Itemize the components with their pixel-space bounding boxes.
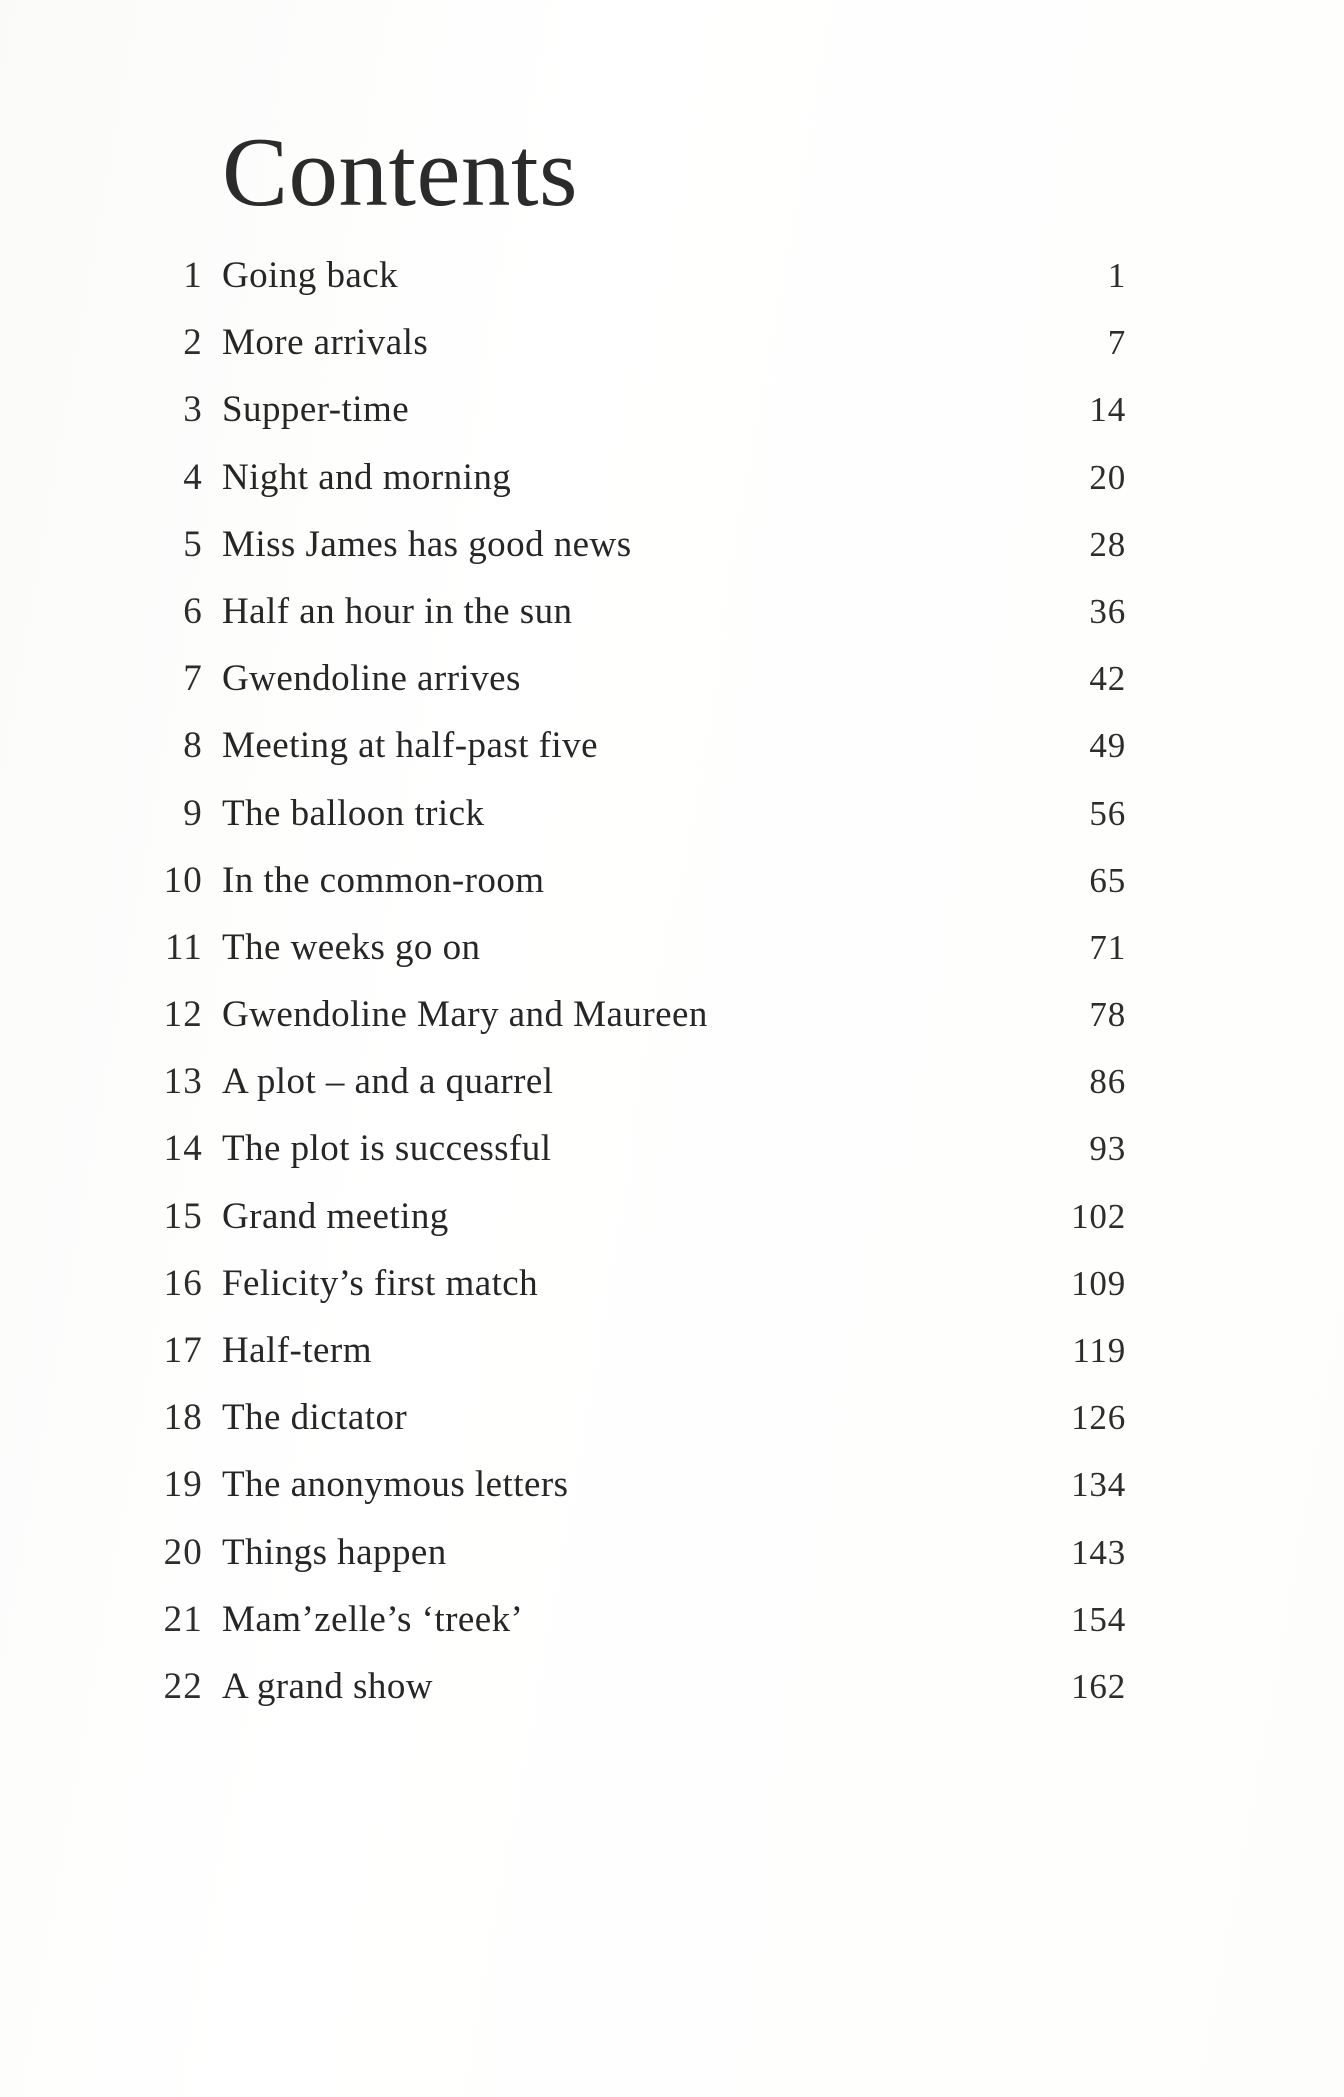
toc-chapter-title: The plot is successful	[222, 1128, 552, 1170]
toc-page-number: 49	[1089, 726, 1126, 766]
toc-chapter-number: 8	[183, 725, 203, 767]
table-of-contents-list: 1 Going back 1 2 More arrivals 7 3 Supper-time 1…	[0, 251, 1344, 1729]
toc-entry[interactable]: 5 Miss James has good news 28	[0, 520, 1344, 570]
toc-entry[interactable]: 10 In the common-room 65	[0, 856, 1344, 906]
toc-entry[interactable]: 2 More arrivals 7	[0, 318, 1344, 368]
page-title: Contents	[222, 118, 579, 228]
toc-page-number: 126	[1071, 1398, 1126, 1438]
toc-chapter-title: Supper-time	[222, 389, 410, 431]
toc-chapter-title: The weeks go on	[222, 926, 481, 968]
toc-page-number: 162	[1071, 1666, 1126, 1706]
toc-chapter-title: Grand meeting	[222, 1195, 449, 1237]
toc-chapter-number: 4	[183, 456, 203, 498]
toc-entry[interactable]: 4 Night and morning 20	[0, 453, 1344, 503]
toc-entry[interactable]: 14 The plot is successful 93	[0, 1124, 1344, 1174]
toc-chapter-title: A plot – and a quarrel	[222, 1061, 554, 1103]
toc-chapter-number: 11	[164, 926, 203, 968]
toc-chapter-number: 9	[183, 792, 203, 834]
toc-page-number: 86	[1089, 1062, 1126, 1102]
toc-entry[interactable]: 18 The dictator 126	[0, 1393, 1344, 1443]
toc-chapter-title: Half an hour in the sun	[222, 590, 573, 632]
toc-chapter-title: Meeting at half-past five	[222, 725, 598, 767]
toc-chapter-number: 20	[163, 1531, 203, 1573]
toc-page-number: 78	[1089, 995, 1126, 1035]
toc-chapter-title: Night and morning	[222, 456, 512, 498]
toc-chapter-number: 17	[163, 1330, 203, 1371]
toc-page-number: 42	[1089, 659, 1126, 699]
toc-page-number: 143	[1071, 1532, 1126, 1572]
toc-page-number: 154	[1071, 1599, 1126, 1639]
toc-chapter-number: 21	[163, 1598, 203, 1640]
book-page: Contents 1 Going back 1 2 More arrivals 7 3 Sup…	[0, 0, 1344, 2097]
toc-chapter-title: Going back	[222, 255, 399, 296]
toc-chapter-number: 3	[183, 389, 203, 431]
toc-chapter-number: 6	[183, 590, 203, 632]
toc-chapter-title: Things happen	[222, 1531, 447, 1573]
toc-chapter-number: 10	[163, 859, 203, 901]
toc-chapter-title: Gwendoline Mary and Maureen	[222, 994, 708, 1036]
toc-chapter-number: 13	[163, 1061, 203, 1103]
toc-chapter-title: Gwendoline arrives	[222, 658, 521, 700]
toc-page-number: 56	[1089, 793, 1126, 833]
toc-chapter-number: 2	[183, 322, 203, 364]
toc-entry[interactable]: 13 A plot – and a quarrel 86	[0, 1057, 1344, 1107]
toc-chapter-number: 12	[163, 994, 203, 1036]
toc-entry[interactable]: 19 The anonymous letters 134	[0, 1460, 1344, 1510]
toc-entry[interactable]: 12 Gwendoline Mary and Maureen 78	[0, 990, 1344, 1040]
toc-entry[interactable]: 17 Half-term 119	[0, 1326, 1344, 1376]
toc-chapter-number: 16	[163, 1262, 203, 1304]
toc-chapter-number: 15	[163, 1195, 203, 1237]
toc-page-number: 109	[1071, 1263, 1126, 1303]
toc-chapter-title: The balloon trick	[222, 792, 485, 834]
toc-page-number: 93	[1089, 1129, 1126, 1169]
toc-chapter-title: More arrivals	[222, 322, 429, 364]
toc-chapter-title: Half-term	[222, 1330, 372, 1371]
toc-chapter-number: 14	[163, 1128, 203, 1170]
toc-page-number: 1	[1107, 256, 1126, 295]
toc-chapter-title: Miss James has good news	[222, 523, 632, 565]
toc-entry[interactable]: 22 A grand show 162	[0, 1662, 1344, 1712]
toc-chapter-number: 22	[163, 1665, 203, 1707]
toc-page-number: 28	[1089, 524, 1126, 564]
toc-page-number: 36	[1089, 591, 1126, 631]
toc-page-number: 119	[1072, 1331, 1126, 1370]
toc-chapter-number: 5	[183, 523, 203, 565]
toc-entry[interactable]: 9 The balloon trick 56	[0, 789, 1344, 839]
toc-page-number: 71	[1089, 927, 1126, 967]
toc-chapter-title: In the common-room	[222, 859, 545, 901]
toc-page-number: 65	[1089, 860, 1126, 900]
toc-page-number: 14	[1089, 390, 1126, 430]
toc-chapter-title: A grand show	[222, 1665, 433, 1707]
toc-chapter-number: 1	[183, 255, 203, 296]
toc-page-number: 134	[1071, 1465, 1126, 1505]
toc-entry[interactable]: 11 The weeks go on 71	[0, 923, 1344, 973]
toc-entry[interactable]: 7 Gwendoline arrives 42	[0, 654, 1344, 704]
toc-chapter-title: The dictator	[222, 1397, 408, 1439]
toc-page-number: 102	[1071, 1196, 1126, 1236]
toc-chapter-number: 18	[163, 1397, 203, 1439]
toc-page-number: 20	[1089, 457, 1126, 497]
toc-entry[interactable]: 16 Felicity’s first match 109	[0, 1259, 1344, 1309]
toc-entry[interactable]: 15 Grand meeting 102	[0, 1192, 1344, 1242]
toc-chapter-title: The anonymous letters	[222, 1464, 569, 1506]
toc-entry[interactable]: 6 Half an hour in the sun 36	[0, 587, 1344, 637]
toc-entry[interactable]: 3 Supper-time 14	[0, 385, 1344, 435]
toc-entry[interactable]: 20 Things happen 143	[0, 1528, 1344, 1578]
toc-entry[interactable]: 8 Meeting at half-past five 49	[0, 721, 1344, 771]
toc-entry[interactable]: 21 Mam’zelle’s ‘treek’ 154	[0, 1595, 1344, 1645]
toc-page-number: 7	[1107, 323, 1126, 363]
toc-entry[interactable]: 1 Going back 1	[0, 251, 1344, 301]
toc-chapter-number: 19	[163, 1464, 203, 1506]
toc-chapter-title: Felicity’s first match	[222, 1262, 539, 1304]
toc-chapter-title: Mam’zelle’s ‘treek’	[222, 1598, 524, 1640]
toc-chapter-number: 7	[183, 658, 203, 700]
